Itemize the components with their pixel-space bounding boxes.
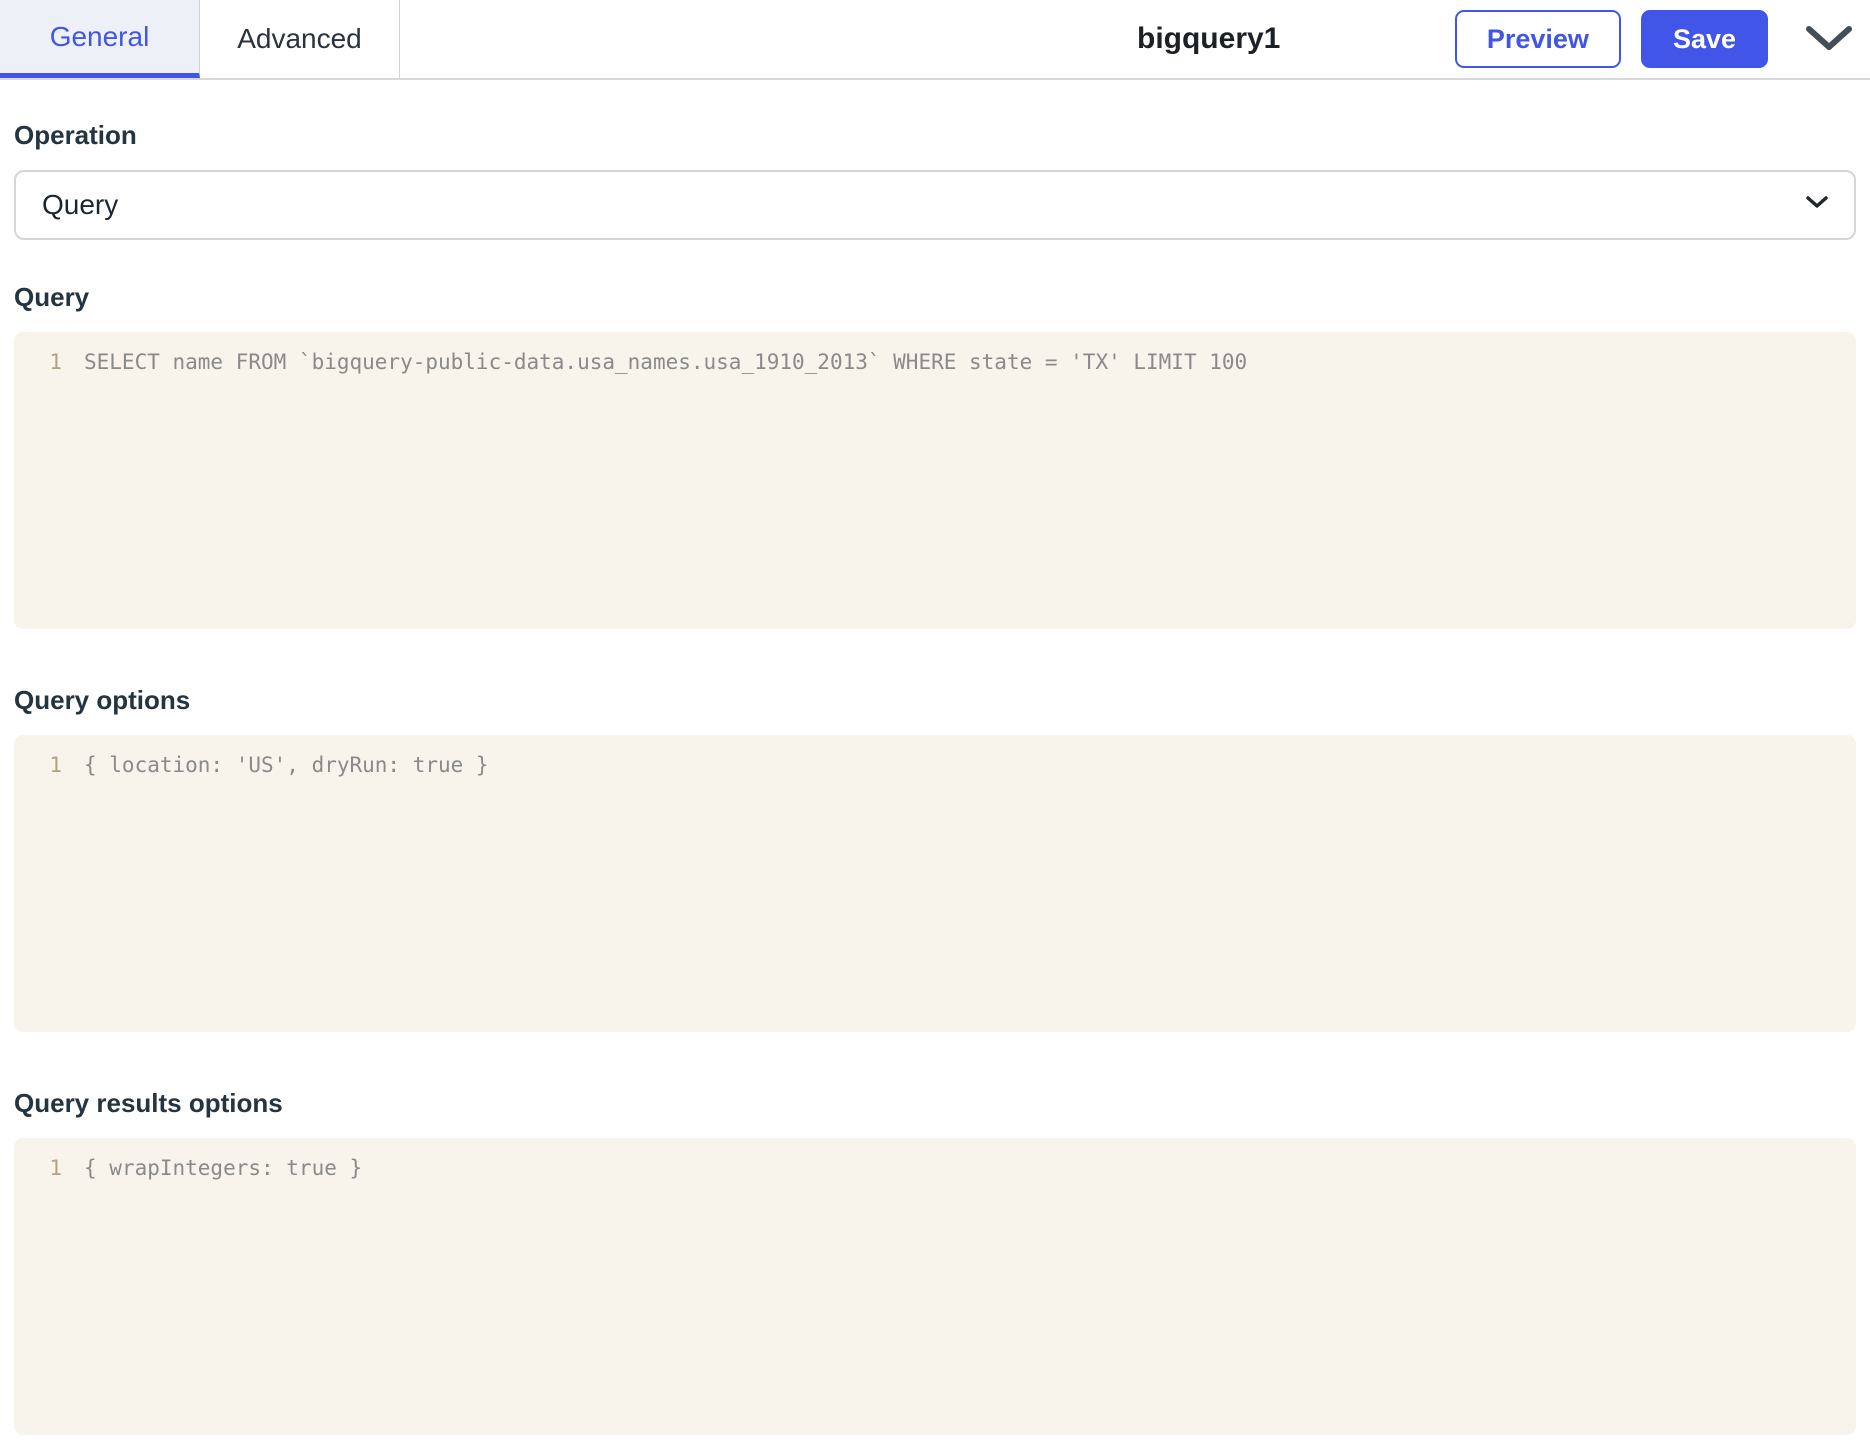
line-number: 1 (49, 350, 62, 374)
query-code-editor[interactable]: 1 SELECT name FROM `bigquery-public-data… (14, 332, 1856, 629)
query-options-code-editor[interactable]: 1 { location: 'US', dryRun: true } (14, 735, 1856, 1032)
query-results-options-label: Query results options (14, 1088, 283, 1118)
save-button[interactable]: Save (1640, 10, 1768, 68)
header-actions: Preview Save (1454, 0, 1854, 78)
line-number: 1 (49, 1156, 62, 1180)
query-options-code-text: { location: 'US', dryRun: true } (84, 753, 489, 777)
query-results-options-code-text: { wrapIntegers: true } (84, 1156, 363, 1180)
operation-select[interactable]: Query (14, 170, 1856, 240)
chevron-down-icon (1806, 25, 1852, 54)
chevron-down-icon (1806, 195, 1828, 215)
query-name-title: bigquery1 (1137, 22, 1281, 55)
query-results-options-code-editor[interactable]: 1 { wrapIntegers: true } (14, 1138, 1856, 1435)
tab-general[interactable]: General (0, 0, 200, 78)
tab-advanced-label: Advanced (237, 23, 362, 54)
tab-general-label: General (49, 20, 150, 52)
query-options-label: Query options (14, 685, 191, 715)
code-line: 1 { location: 'US', dryRun: true } (14, 749, 1856, 781)
operation-select-value: Query (42, 189, 119, 220)
code-line: 1 { wrapIntegers: true } (14, 1152, 1856, 1184)
tab-advanced[interactable]: Advanced (200, 0, 400, 78)
query-label: Query (14, 282, 90, 312)
operation-label: Operation (14, 120, 137, 150)
line-number: 1 (49, 753, 62, 777)
query-editor-header: General Advanced bigquery1 Preview Save (0, 0, 1870, 80)
code-line: 1 SELECT name FROM `bigquery-public-data… (14, 346, 1856, 378)
query-form: Operation Query Query 1 SELECT name FROM… (0, 120, 1870, 1435)
more-options-button[interactable] (1804, 10, 1854, 68)
query-code-text: SELECT name FROM `bigquery-public-data.u… (84, 350, 1248, 374)
preview-button[interactable]: Preview (1454, 10, 1621, 68)
